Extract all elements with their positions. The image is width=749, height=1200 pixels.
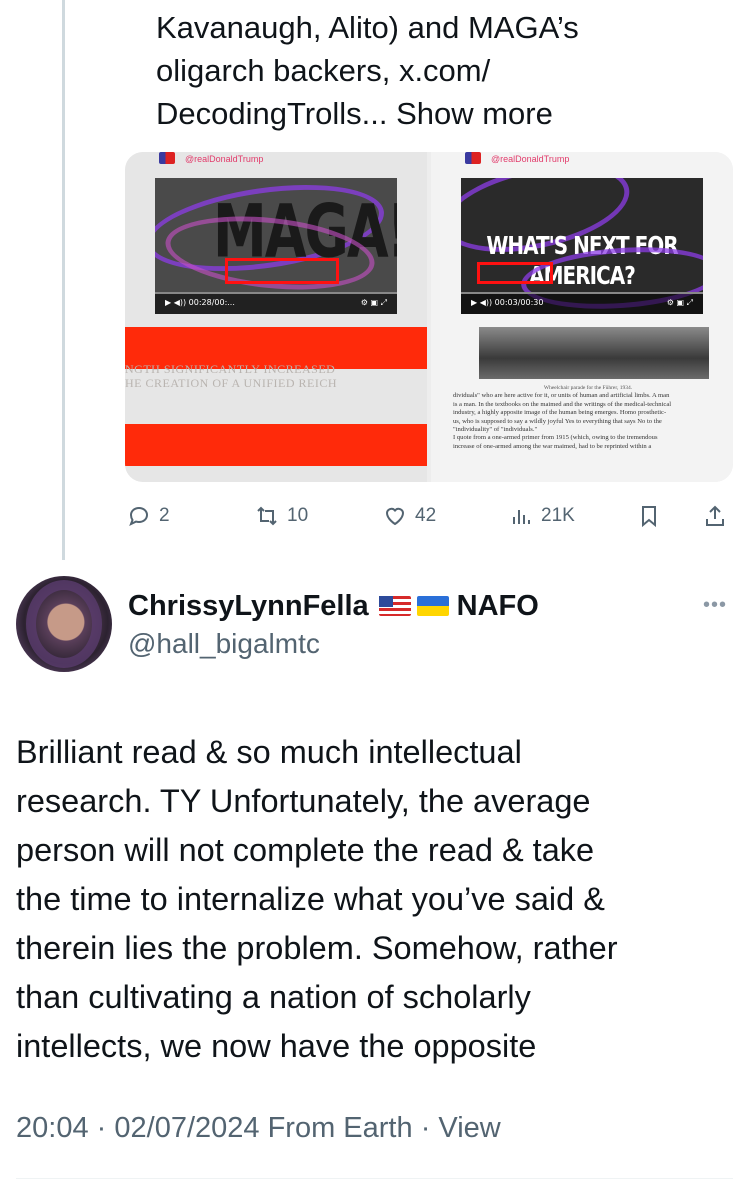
bookmark-button[interactable] (637, 500, 669, 532)
us-flag-icon (378, 596, 411, 616)
book-line: us, who is supposed to say a wildly joyf… (453, 417, 662, 425)
video-thumbnail[interactable]: MAGA!! ▶ ◀)) 00:28/00:... ⚙ ▣ ⤢ (155, 178, 397, 314)
repost-button[interactable]: 10 (255, 500, 308, 532)
reply-icon (129, 506, 149, 526)
image-handle: @realDonaldTrump (491, 154, 570, 164)
image-caption: NGTH SIGNIFICANTLY INCREASED HE CREATION… (125, 362, 427, 390)
repost-count: 10 (287, 505, 309, 526)
volume-icon[interactable]: ◀)) (480, 298, 495, 307)
video-settings-icons[interactable]: ⚙ ▣ ⤢ (667, 292, 693, 314)
views-button[interactable]: 21K (509, 500, 575, 532)
author-handle[interactable]: @hall_bigalmtc (128, 628, 320, 660)
author-name-row[interactable]: ChrissyLynnFella NAFO (128, 584, 539, 628)
video-time: 00:03/00:30 (494, 298, 544, 307)
red-redaction-band (125, 424, 427, 466)
ukraine-flag-icon (416, 596, 449, 616)
video-controls[interactable]: ▶ ◀)) 00:03/00:30 ⚙ ▣ ⤢ (461, 292, 703, 314)
historical-photo (479, 327, 709, 379)
view-link[interactable]: View (438, 1112, 500, 1144)
share-button[interactable] (703, 500, 735, 532)
caption-line: HE CREATION OF A UNIFIED REICH (125, 376, 338, 390)
flag-icon (465, 152, 481, 164)
video-time: 00:28/00:... (188, 298, 235, 307)
quoted-tweet-text: Kavanaugh, Alito) and MAGA’s oligarch ba… (156, 6, 716, 135)
reply-count: 2 (159, 505, 170, 526)
media-image-left[interactable]: @realDonaldTrump MAGA!! ▶ ◀)) 00:28/00:.… (125, 152, 427, 482)
name-suffix[interactable]: NAFO (457, 590, 539, 623)
tweet-time[interactable]: 20:04 (16, 1112, 89, 1144)
tweet-metadata: 20:04 · 02/07/2024 From Earth · View (16, 1112, 501, 1145)
book-line: "individuality" of "individuals." (453, 426, 538, 434)
tweet-date[interactable]: 02/07/2024 (114, 1112, 259, 1144)
views-icon (513, 510, 530, 524)
media-grid[interactable]: @realDonaldTrump MAGA!! ▶ ◀)) 00:28/00:.… (125, 152, 733, 482)
book-page-text: Wheelchair parade for the Führer, 1934. … (453, 384, 723, 451)
tweet-action-bar: 2 10 42 21K (125, 500, 733, 532)
image-handle: @realDonaldTrump (185, 154, 264, 164)
video-settings-icons[interactable]: ⚙ ▣ ⤢ (361, 292, 387, 314)
video-thumbnail[interactable]: WHAT'S NEXT FOR AMERICA? ▶ ◀)) 00:03/00:… (461, 178, 703, 314)
thread-connector-line (62, 0, 65, 560)
meta-separator: · (420, 1112, 431, 1144)
bookmark-icon (642, 506, 656, 528)
play-icon[interactable]: ▶ (471, 298, 480, 307)
reply-button[interactable]: 2 (127, 500, 170, 532)
book-line: industry, a highly apposite image of the… (453, 409, 667, 417)
more-icon[interactable]: ••• (703, 594, 727, 617)
flag-icon (159, 152, 175, 164)
tweet-source: From Earth (267, 1112, 413, 1144)
volume-icon[interactable]: ◀)) (174, 298, 189, 307)
repost-icon (257, 506, 277, 526)
highlight-box (225, 258, 339, 284)
display-name[interactable]: ChrissyLynnFella (128, 590, 369, 623)
caption-line: NGTH SIGNIFICANTLY INCREASED (125, 362, 336, 376)
quoted-text-line: Kavanaugh, Alito) and MAGA’s (156, 10, 579, 45)
media-image-right[interactable]: @realDonaldTrump WHAT'S NEXT FOR AMERICA… (431, 152, 733, 482)
like-count: 42 (415, 505, 437, 526)
views-count: 21K (541, 505, 575, 526)
video-controls[interactable]: ▶ ◀)) 00:28/00:... ⚙ ▣ ⤢ (155, 292, 397, 314)
show-more-link[interactable]: Show more (396, 96, 553, 131)
book-line: increase of one-armed among the war maim… (453, 442, 652, 450)
highlight-box (477, 262, 553, 284)
play-icon[interactable]: ▶ (165, 298, 174, 307)
divider (16, 1178, 733, 1179)
book-line: I quote from a one-armed primer from 191… (453, 434, 658, 442)
quoted-text-line[interactable]: oligarch backers, x.com/ (156, 49, 716, 92)
meta-separator: · (96, 1112, 107, 1144)
like-icon (385, 507, 405, 526)
quoted-text-line[interactable]: DecodingTrolls... (156, 96, 387, 131)
book-line: dividuals" who are here active for it, o… (453, 392, 670, 400)
tweet-body-text: Brilliant read & so much intellectual re… (16, 734, 618, 1064)
like-button[interactable]: 42 (383, 500, 436, 532)
book-line: is a man. In the textbooks on the maimed… (453, 400, 672, 408)
avatar[interactable] (16, 576, 112, 672)
share-icon (706, 505, 724, 526)
photo-caption: Wheelchair parade for the Führer, 1934. (543, 385, 633, 391)
avatar-image (26, 580, 102, 668)
